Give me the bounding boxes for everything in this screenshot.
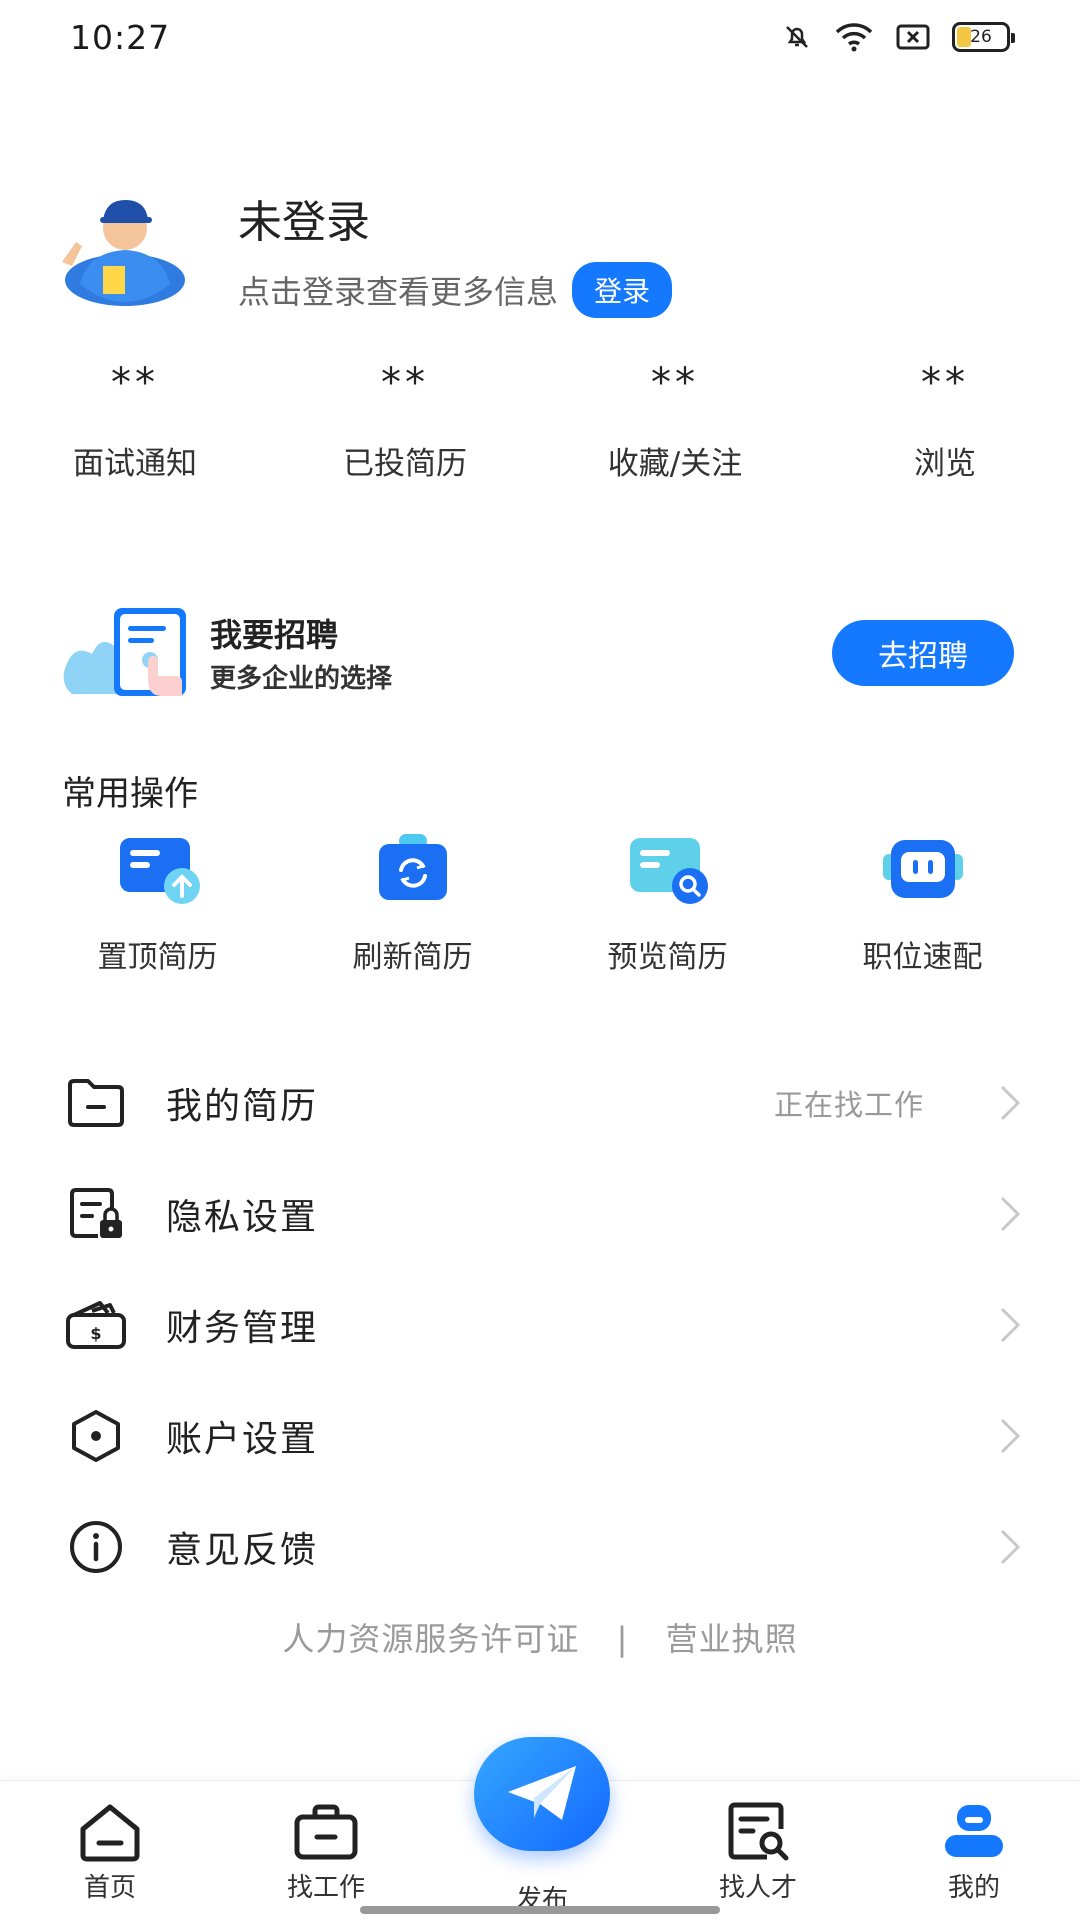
- footer-separator: |: [616, 1620, 629, 1658]
- job-match-icon: [882, 840, 963, 898]
- nav-label: 找人才: [718, 1873, 797, 1903]
- bottom-nav: 首页 找工作 发布 找人才 我的: [0, 1737, 1080, 1920]
- status-bar: 10:27 26: [0, 0, 1080, 80]
- nav-label: 我的: [947, 1873, 1000, 1903]
- stats-row: ** 面试通知 ** 已投简历 ** 收藏/关注 ** 浏览: [0, 360, 1080, 483]
- stat-label: 已投简历: [343, 446, 467, 482]
- job-status-text: 正在找工作: [773, 1087, 924, 1122]
- stat-views[interactable]: ** 浏览: [810, 360, 1080, 483]
- pin-resume-icon: [119, 838, 200, 904]
- menu-list: 我的简历 正在找工作 隐私设置 $ 财务管理 账户设置 意见反馈: [0, 1047, 1080, 1602]
- chevron-right-icon: [1000, 1085, 1021, 1121]
- refresh-resume-icon: [378, 834, 447, 900]
- op-label: 置顶简历: [97, 940, 218, 975]
- op-job-match[interactable]: 职位速配: [795, 830, 1050, 976]
- preview-resume-icon: [629, 838, 708, 904]
- battery-level: 26: [970, 27, 992, 47]
- login-prompt[interactable]: 点击登录查看更多信息 登录: [238, 262, 673, 318]
- common-ops: 置顶简历 刷新简历 预览简历 职位速配: [30, 830, 1050, 976]
- menu-label: 财务管理: [166, 1307, 319, 1349]
- op-preview-resume[interactable]: 预览简历: [540, 830, 795, 976]
- stat-submitted-resumes[interactable]: ** 已投简历: [270, 360, 540, 483]
- nav-label: 首页: [83, 1873, 136, 1903]
- wallet-icon: $: [66, 1301, 126, 1349]
- stat-value: **: [111, 360, 159, 406]
- nav-label: 找工作: [286, 1873, 365, 1903]
- op-label: 刷新简历: [352, 940, 473, 975]
- recruit-banner[interactable]: 我要招聘 更多企业的选择 去招聘: [62, 602, 1014, 702]
- menu-label: 隐私设置: [166, 1196, 319, 1238]
- menu-item-finance[interactable]: $ 财务管理: [0, 1269, 1080, 1380]
- profile-icon: [945, 1805, 1003, 1857]
- avatar[interactable]: [58, 190, 192, 306]
- hexagon-settings-icon: [72, 1410, 120, 1462]
- menu-item-account[interactable]: 账户设置: [0, 1380, 1080, 1491]
- stat-label: 浏览: [914, 446, 976, 482]
- go-recruit-button[interactable]: 去招聘: [832, 620, 1014, 686]
- op-label: 职位速配: [862, 940, 983, 975]
- info-icon: [70, 1521, 122, 1573]
- chevron-right-icon: [1000, 1418, 1021, 1454]
- nav-find-talent[interactable]: 找人才: [688, 1799, 828, 1904]
- chevron-right-icon: [1000, 1307, 1021, 1343]
- mute-bell-icon: [786, 26, 808, 48]
- recruit-illustration-icon: [63, 608, 186, 696]
- footer-links: 人力资源服务许可证 | 营业执照: [0, 1614, 1080, 1660]
- hr-license-link[interactable]: 人力资源服务许可证: [282, 1620, 579, 1658]
- user-name[interactable]: 未登录: [238, 186, 370, 250]
- business-license-link[interactable]: 营业执照: [666, 1620, 798, 1658]
- chevron-right-icon: [1000, 1529, 1021, 1565]
- menu-item-privacy[interactable]: 隐私设置: [0, 1158, 1080, 1269]
- wifi-icon: [835, 23, 873, 52]
- login-prompt-text: 点击登录查看更多信息: [238, 273, 559, 311]
- login-button[interactable]: 登录: [572, 262, 673, 318]
- nav-mine[interactable]: 我的: [904, 1799, 1044, 1904]
- svg-text:$: $: [90, 1324, 101, 1343]
- stat-value: **: [921, 360, 969, 406]
- stat-label: 收藏/关注: [607, 446, 743, 482]
- op-label: 预览简历: [607, 940, 728, 975]
- folder-icon: [68, 1079, 124, 1127]
- paper-plane-icon: [508, 1766, 576, 1820]
- stat-interview-notice[interactable]: ** 面试通知: [0, 360, 270, 483]
- nav-find-job[interactable]: 找工作: [256, 1799, 396, 1904]
- recruit-title: 我要招聘: [210, 616, 339, 654]
- status-time: 10:27: [70, 18, 171, 57]
- recruit-subtitle: 更多企业的选择: [210, 664, 393, 694]
- publish-button[interactable]: [474, 1737, 610, 1851]
- home-indicator[interactable]: [360, 1906, 720, 1914]
- talent-search-icon: [728, 1802, 789, 1861]
- sim-x-icon: [896, 24, 930, 50]
- menu-item-my-resume[interactable]: 我的简历 正在找工作: [0, 1047, 1080, 1158]
- common-ops-title: 常用操作: [62, 774, 198, 814]
- privacy-lock-icon: [70, 1188, 122, 1238]
- menu-label: 账户设置: [166, 1418, 319, 1460]
- stat-favorites[interactable]: ** 收藏/关注: [540, 360, 810, 483]
- stat-label: 面试通知: [73, 446, 197, 482]
- stat-value: **: [651, 360, 699, 406]
- menu-label: 我的简历: [166, 1085, 319, 1127]
- chevron-right-icon: [1000, 1196, 1021, 1232]
- op-refresh-resume[interactable]: 刷新简历: [285, 830, 540, 976]
- op-pin-resume[interactable]: 置顶简历: [30, 830, 285, 976]
- menu-label: 意见反馈: [166, 1529, 319, 1571]
- battery-icon: 26: [952, 22, 1015, 52]
- home-icon: [80, 1804, 140, 1862]
- nav-home[interactable]: 首页: [40, 1799, 180, 1904]
- status-icons: 26: [782, 22, 1015, 52]
- stat-value: **: [381, 360, 429, 406]
- menu-item-feedback[interactable]: 意见反馈: [0, 1491, 1080, 1602]
- briefcase-icon: [294, 1804, 358, 1860]
